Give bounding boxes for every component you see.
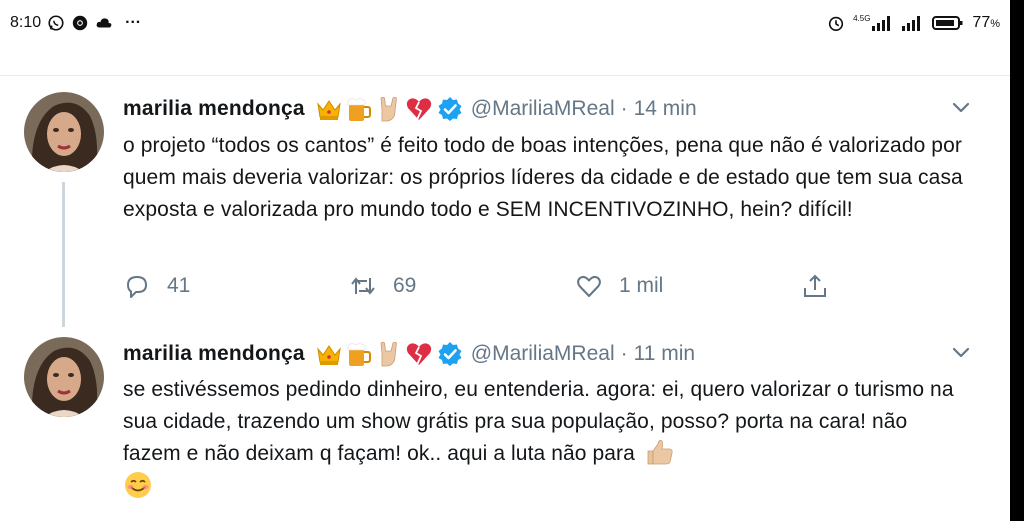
tweet-text-body: se estivéssemos pedindo dinheiro, eu ent… (123, 378, 954, 465)
heart-icon (577, 275, 601, 297)
beer-mug-emoji (347, 98, 371, 121)
chevron-down-icon[interactable] (950, 96, 972, 118)
avatar[interactable] (24, 92, 104, 172)
retweet-count: 69 (393, 274, 417, 297)
status-time: 8:10 (10, 14, 42, 31)
tweet-header: marilia mendonça (123, 94, 697, 124)
author-name[interactable]: marilia mendonça (123, 342, 305, 366)
share-button[interactable] (801, 272, 829, 300)
retweet-icon (351, 277, 375, 295)
retweet-button[interactable]: 69 (349, 272, 575, 300)
chevron-down-icon[interactable] (950, 341, 972, 363)
rock-hand-emoji (380, 96, 397, 122)
tweet-text: se estivéssemos pedindo dinheiro, eu ent… (123, 374, 963, 503)
tweet-actions: 41 69 1 mil (123, 272, 829, 300)
author-handle[interactable]: @MariliaMReal (471, 97, 615, 121)
reply-button[interactable]: 41 (123, 272, 349, 300)
rock-hand-emoji (380, 341, 397, 367)
signal-icon-2 (902, 16, 921, 31)
name-emojis (315, 340, 433, 368)
battery-icon (932, 16, 963, 30)
tweet-header: marilia mendonça (123, 339, 695, 369)
tweet-1[interactable]: marilia mendonça @MariliaMReal · 14 min … (0, 92, 1010, 332)
verified-badge-icon (438, 97, 462, 121)
alarm-icon (828, 16, 844, 32)
twitter-screen: 8:10 ··· 4.5G 77% marilia mendonça @Mari… (0, 0, 1010, 521)
reply-count: 41 (167, 274, 191, 297)
thumbs-up-emoji (647, 440, 673, 465)
top-divider (0, 75, 1010, 76)
chrome-icon (72, 15, 88, 31)
like-count: 1 mil (619, 274, 664, 297)
battery-level: 77% (972, 14, 1000, 31)
whatsapp-icon (48, 15, 64, 31)
broken-heart-emoji (406, 98, 431, 121)
author-name[interactable]: marilia mendonça (123, 97, 305, 121)
tweet-2[interactable]: marilia mendonça @MariliaMReal · 11 min … (0, 337, 1010, 521)
smiling-face-emoji (125, 472, 151, 498)
crown-emoji (316, 100, 341, 120)
header-separator: · (620, 97, 628, 120)
status-more-dots: ··· (125, 14, 142, 31)
tweet-time[interactable]: 14 min (634, 97, 697, 121)
header-separator: · (620, 342, 628, 365)
cloud-icon (96, 18, 112, 28)
author-handle[interactable]: @MariliaMReal (471, 342, 615, 366)
verified-badge-icon (438, 342, 462, 366)
signal-icon (872, 16, 891, 31)
beer-mug-emoji (347, 343, 371, 366)
crown-emoji (316, 345, 341, 365)
like-button[interactable]: 1 mil (575, 272, 801, 300)
avatar[interactable] (24, 337, 104, 417)
tweet-text: o projeto “todos os cantos” é feito todo… (123, 134, 963, 221)
name-emojis (315, 95, 433, 123)
share-icon (804, 274, 826, 297)
thread-connector-line (62, 182, 65, 327)
broken-heart-emoji (406, 343, 431, 366)
tweet-time[interactable]: 11 min (634, 342, 695, 366)
reply-icon (127, 276, 147, 298)
network-type-label: 4.5G (853, 14, 871, 23)
status-bar: 8:10 ··· 4.5G 77% (0, 0, 1010, 52)
